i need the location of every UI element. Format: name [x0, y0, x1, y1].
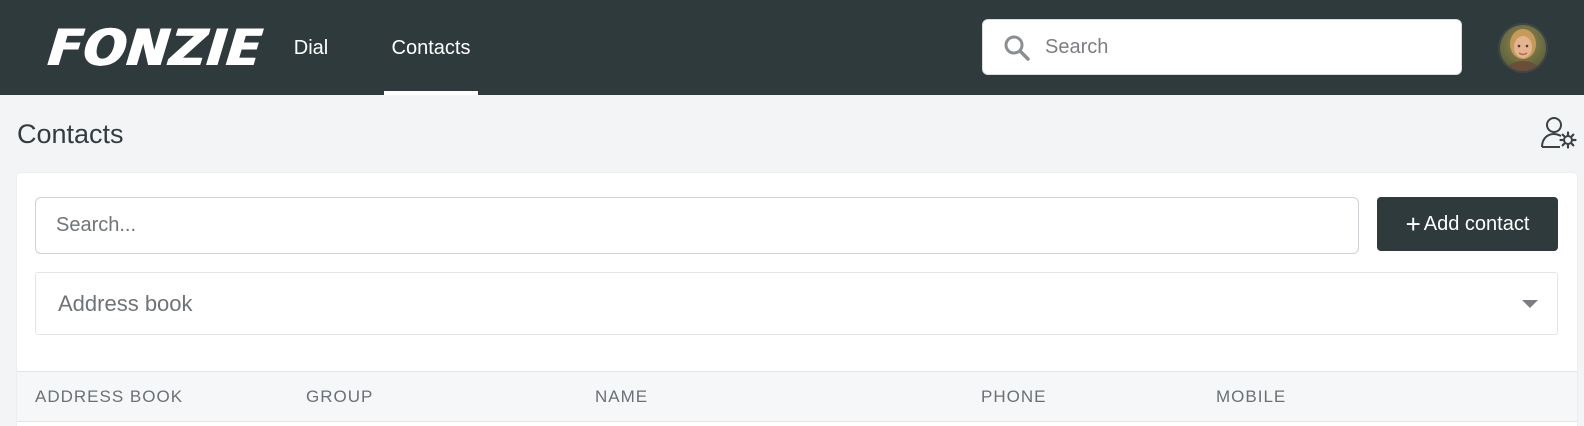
contact-search-input[interactable]: [54, 198, 1344, 253]
contacts-table-header: ADDRESS BOOK GROUP NAME PHONE MOBILE: [17, 371, 1577, 422]
column-header-address-book[interactable]: ADDRESS BOOK: [35, 372, 183, 422]
nav-contacts[interactable]: Contacts: [384, 0, 478, 95]
column-header-group[interactable]: GROUP: [306, 372, 373, 422]
nav-dial[interactable]: Dial: [288, 0, 334, 95]
global-search-input[interactable]: [1043, 20, 1443, 74]
column-header-name[interactable]: NAME: [595, 372, 648, 422]
column-header-mobile[interactable]: MOBILE: [1216, 372, 1286, 422]
search-icon: [1003, 34, 1031, 62]
address-book-select-value: Address book: [58, 291, 193, 316]
column-header-phone[interactable]: PHONE: [981, 372, 1046, 422]
top-navbar: FONZIE Dial Contacts: [0, 0, 1584, 95]
user-settings-icon[interactable]: [1540, 116, 1578, 150]
chevron-down-icon: [1522, 300, 1538, 308]
add-contact-button[interactable]: + Add contact: [1377, 197, 1558, 251]
fonzie-logo[interactable]: FONZIE: [46, 19, 266, 77]
page-title: Contacts: [17, 119, 124, 149]
contact-search-box[interactable]: [35, 197, 1359, 254]
address-book-select[interactable]: Address book: [35, 272, 1558, 335]
avatar[interactable]: [1498, 23, 1548, 73]
add-contact-label: Add contact: [1423, 212, 1530, 235]
active-nav-indicator: [384, 91, 478, 95]
global-search-box[interactable]: [982, 19, 1462, 75]
plus-icon: +: [1405, 209, 1421, 239]
